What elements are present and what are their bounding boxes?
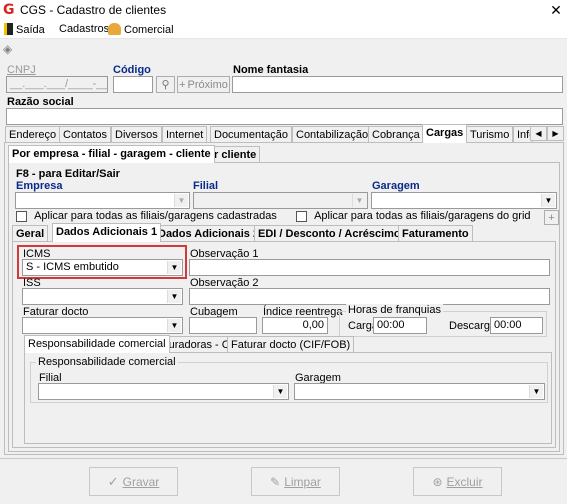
- tab-dados-adicionais-1[interactable]: Dados Adicionais 1: [52, 223, 162, 242]
- menu-cadastros-label: Cadastros: [59, 23, 110, 35]
- tab-turismo[interactable]: Turismo: [466, 126, 514, 143]
- menu-comercial-label: Comercial: [124, 24, 174, 36]
- tab-contatos[interactable]: Contatos: [59, 126, 112, 143]
- apply-filiais-label: Aplicar para todas as filiais/garagens c…: [34, 210, 277, 222]
- tab-faturar-docto-cif-fob[interactable]: Faturar docto (CIF/FOB): [227, 336, 355, 353]
- menu-item-saida[interactable]: Saída: [4, 23, 45, 36]
- chevron-down-icon: ▼: [352, 194, 366, 207]
- razao-social-label: Razão social: [7, 96, 74, 108]
- filial-label: Filial: [193, 180, 219, 192]
- apply-grid-checkbox[interactable]: [296, 210, 307, 222]
- apply-filiais-checkbox[interactable]: [16, 210, 27, 222]
- tab-geral[interactable]: Geral: [12, 225, 49, 242]
- chevron-down-icon: ▼: [167, 319, 181, 332]
- tab-dados-adicionais-2[interactable]: Dados Adicionais 2: [154, 225, 264, 242]
- iss-combo[interactable]: ▼: [22, 288, 183, 305]
- app-logo-icon: G: [3, 2, 15, 18]
- cnpj-label: CNPJ: [7, 64, 36, 76]
- chevron-down-icon: ▼: [167, 290, 181, 303]
- navigate-arrows-icon[interactable]: ◈: [3, 42, 17, 56]
- trash-icon: ⊛: [432, 474, 443, 489]
- descarga-field[interactable]: 00:00: [490, 317, 543, 334]
- nome-fantasia-label: Nome fantasia: [233, 64, 309, 76]
- proximo-button[interactable]: + Próximo: [177, 76, 230, 93]
- window-title: CGS - Cadastro de clientes: [20, 3, 167, 17]
- gravar-label: Gravar: [122, 474, 160, 489]
- apply-filiais-checkbox-row[interactable]: Aplicar para todas as filiais/garagens c…: [16, 210, 277, 222]
- plus-icon: +: [179, 78, 186, 91]
- garagem-label: Garagem: [372, 180, 420, 192]
- tab-faturamento[interactable]: Faturamento: [398, 225, 473, 242]
- cnpj-field[interactable]: __.___.___/____-__: [6, 76, 108, 93]
- empresa-label: Empresa: [16, 180, 63, 192]
- tab-documentacao[interactable]: Documentação: [210, 126, 292, 143]
- add-plus-icon[interactable]: +: [544, 210, 559, 225]
- icms-combo[interactable]: S - ICMS embutido ▼: [22, 259, 183, 276]
- faturar-combo[interactable]: ▼: [22, 317, 183, 334]
- tab-endereco[interactable]: Endereço: [5, 126, 61, 143]
- nome-fantasia-field[interactable]: [232, 76, 563, 93]
- tab-internet[interactable]: Internet: [162, 126, 208, 143]
- garagem-combo[interactable]: ▼: [371, 192, 557, 209]
- apply-grid-label: Aplicar para todas as filiais/garagens d…: [314, 210, 531, 222]
- icms-value: S - ICMS embutido: [26, 261, 119, 273]
- tab-cargas[interactable]: Cargas: [422, 124, 468, 143]
- close-icon[interactable]: ✕: [548, 2, 564, 18]
- chevron-down-icon: ▼: [529, 385, 543, 398]
- limpar-label: Limpar: [284, 474, 321, 489]
- apply-grid-checkbox-row[interactable]: Aplicar para todas as filiais/garagens d…: [296, 210, 531, 222]
- filial-combo[interactable]: ▼: [193, 192, 368, 209]
- tab-scroll-arrows[interactable]: ◀ ▶: [530, 126, 564, 141]
- menu-item-cadastros[interactable]: Cadastros: [59, 23, 109, 35]
- scroll-right-icon[interactable]: ▶: [547, 126, 564, 141]
- menu-saida-label: Saída: [16, 24, 45, 36]
- search-binoculars-icon[interactable]: ⚲: [156, 76, 175, 93]
- checkmark-icon: ✓: [107, 473, 119, 489]
- resp-filial-combo[interactable]: ▼: [38, 383, 289, 400]
- chevron-down-icon: ▼: [167, 261, 181, 274]
- limpar-button[interactable]: ✎ Limpar: [251, 467, 340, 496]
- excluir-button[interactable]: ⊛ Excluir: [413, 467, 502, 496]
- codigo-field[interactable]: [113, 76, 153, 93]
- proximo-label: Próximo: [187, 78, 228, 91]
- horas-franquias-label: Horas de franquias: [346, 304, 443, 316]
- f8-hint: F8 - para Editar/Sair: [16, 168, 120, 180]
- tab-responsabilidade-comercial[interactable]: Responsabilidade comercial: [24, 335, 170, 353]
- exit-door-icon: [4, 23, 13, 35]
- tab-edi-desconto[interactable]: EDI / Desconto / Acréscimo: [254, 225, 405, 242]
- excluir-label: Excluir: [446, 474, 483, 489]
- obs1-field[interactable]: [189, 259, 550, 276]
- commercial-user-icon: [108, 23, 121, 35]
- chevron-down-icon: ▼: [273, 385, 287, 398]
- gravar-button[interactable]: ✓ Gravar: [89, 467, 178, 496]
- carga-field[interactable]: 00:00: [373, 317, 427, 334]
- footer-divider: [0, 458, 567, 459]
- codigo-label: Código: [113, 64, 151, 76]
- razao-social-field[interactable]: [6, 108, 563, 125]
- obs2-field[interactable]: [189, 288, 550, 305]
- indice-reentrega-field[interactable]: 0,00: [262, 317, 328, 334]
- chevron-down-icon: ▼: [174, 194, 188, 207]
- eraser-icon: ✎: [270, 474, 281, 489]
- tab-cobranca[interactable]: Cobrança: [368, 126, 424, 143]
- tab-contabilizacao[interactable]: Contabilização: [292, 126, 373, 143]
- scroll-left-icon[interactable]: ◀: [530, 126, 547, 141]
- cubagem-field[interactable]: [189, 317, 257, 334]
- tab-diversos[interactable]: Diversos: [111, 126, 162, 143]
- tab-por-empresa[interactable]: Por empresa - filial - garagem - cliente: [8, 145, 215, 163]
- empresa-combo[interactable]: ▼: [15, 192, 190, 209]
- menu-item-comercial[interactable]: Comercial: [108, 23, 174, 36]
- chevron-down-icon: ▼: [541, 194, 555, 207]
- responsabilidade-group-label: Responsabilidade comercial: [36, 356, 178, 368]
- resp-garagem-combo[interactable]: ▼: [294, 383, 545, 400]
